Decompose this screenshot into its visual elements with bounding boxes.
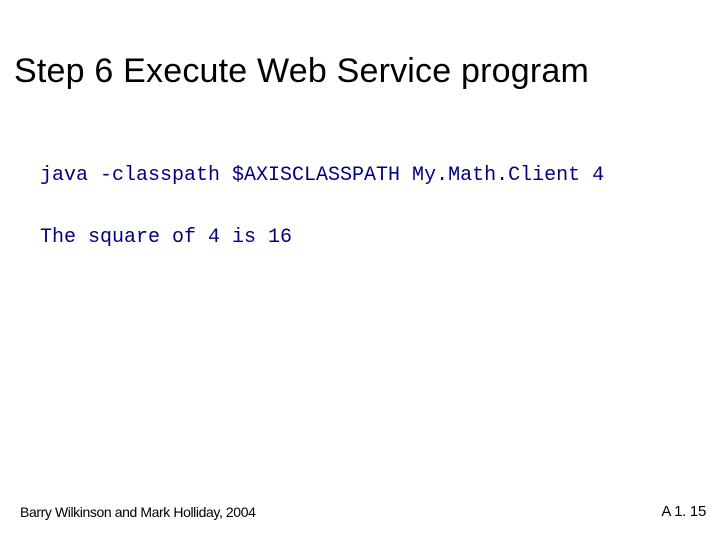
footer-authors: Barry Wilkinson and Mark Holliday, 2004 [20,504,255,520]
footer-page-number: A 1. 15 [661,503,706,520]
slide-title: Step 6 Execute Web Service program [14,52,706,91]
code-command: java -classpath $AXISCLASSPATH My.Math.C… [40,164,604,187]
code-output: The square of 4 is 16 [40,226,292,249]
slide: Step 6 Execute Web Service program java … [0,0,720,540]
